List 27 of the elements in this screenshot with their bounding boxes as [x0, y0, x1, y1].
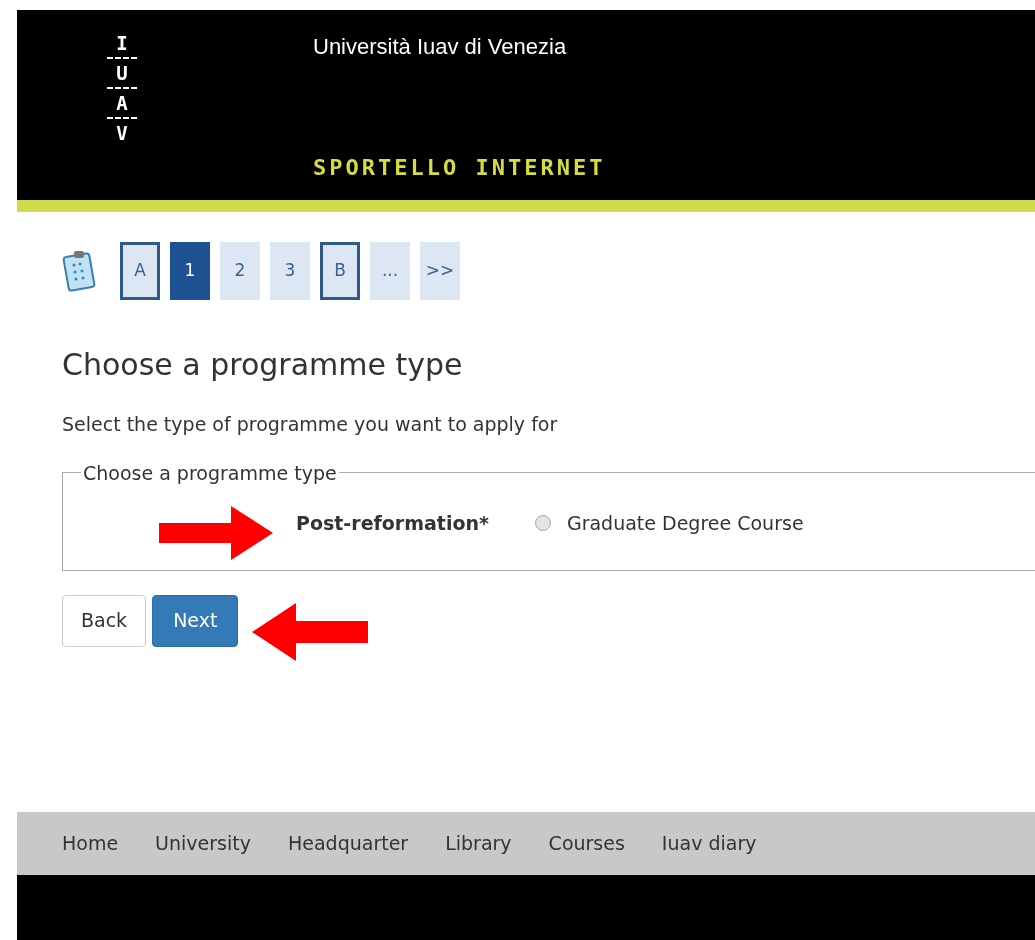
- step-tab[interactable]: 1: [170, 242, 210, 300]
- footer-link[interactable]: Courses: [548, 829, 625, 858]
- footer-link[interactable]: University: [155, 829, 251, 858]
- step-tab[interactable]: A: [120, 242, 160, 300]
- step-tab[interactable]: B: [320, 242, 360, 300]
- service-name: SPORTELLO INTERNET: [313, 154, 606, 182]
- step-tab[interactable]: 2: [220, 242, 260, 300]
- logo-letter: I: [116, 32, 128, 54]
- back-button[interactable]: Back: [62, 594, 147, 647]
- logo-letter: U: [116, 62, 128, 84]
- fieldset-legend: Choose a programme type: [81, 458, 339, 487]
- footer-link[interactable]: Home: [62, 829, 119, 858]
- step-tab[interactable]: >>: [420, 242, 460, 300]
- footer-link[interactable]: Headquarter: [287, 829, 409, 858]
- university-name: Università Iuav di Venezia: [313, 33, 568, 61]
- logo-letter: V: [116, 122, 128, 144]
- radio-button[interactable]: [534, 515, 551, 532]
- page-title: Choose a programme type: [62, 350, 464, 380]
- next-button[interactable]: Next: [152, 594, 239, 647]
- field-label: Post-reformation*: [296, 511, 489, 536]
- instruction-text: Select the type of programme you want to apply for: [62, 412, 559, 437]
- step-tab[interactable]: 3: [270, 242, 310, 300]
- footer-link[interactable]: Iuav diary: [661, 829, 757, 858]
- step-tab[interactable]: ...: [370, 242, 410, 300]
- logo-letter: A: [116, 92, 128, 114]
- radio-label[interactable]: Graduate Degree Course: [566, 509, 804, 538]
- footer-link[interactable]: Library: [445, 829, 512, 858]
